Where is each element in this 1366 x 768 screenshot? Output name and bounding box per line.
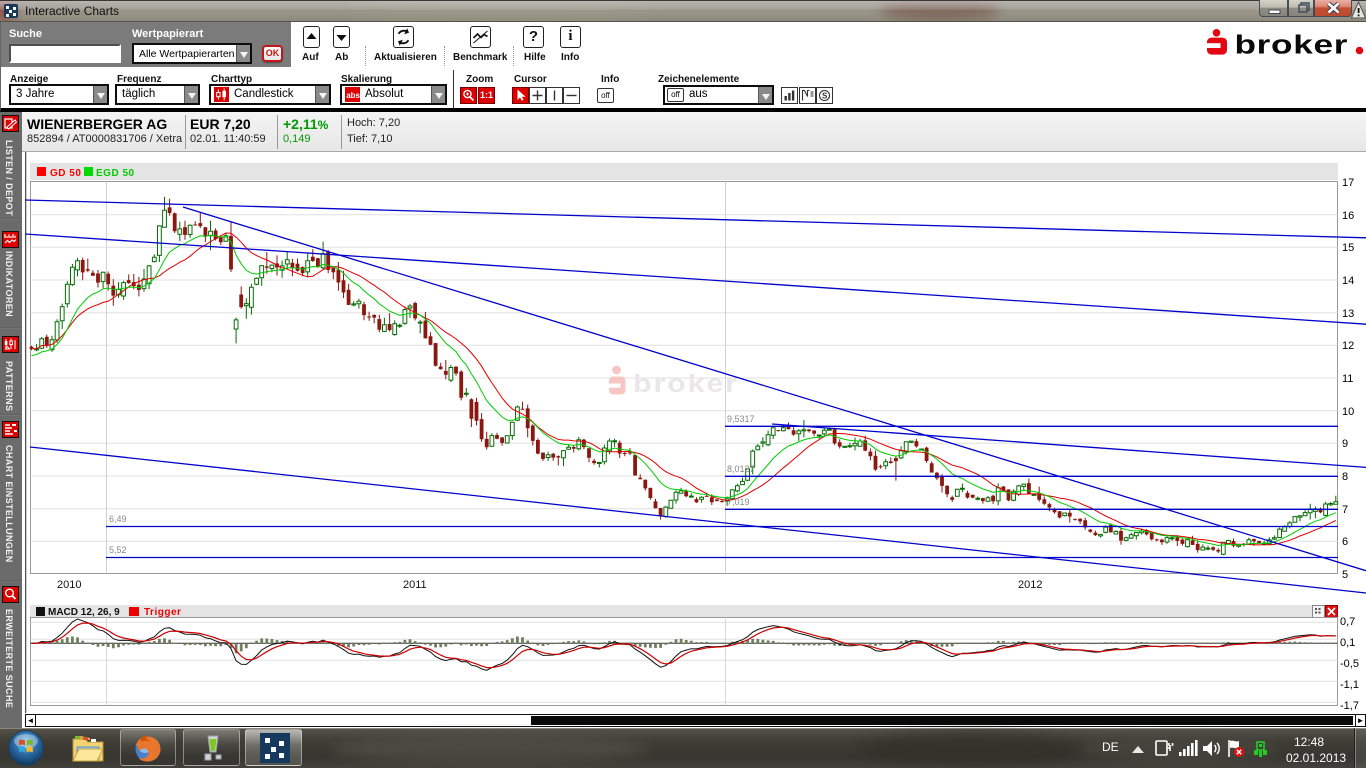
svg-text:8: 8 bbox=[1342, 471, 1348, 483]
svg-text:8,0127: 8,0127 bbox=[727, 464, 755, 474]
svg-text:9,5317: 9,5317 bbox=[727, 414, 755, 424]
svg-text:16: 16 bbox=[1342, 210, 1354, 222]
svg-text:2012: 2012 bbox=[1018, 579, 1042, 591]
svg-text:Trigger: Trigger bbox=[144, 607, 181, 618]
svg-text:7,019: 7,019 bbox=[727, 497, 750, 507]
svg-text:10: 10 bbox=[1342, 406, 1354, 418]
svg-text:7: 7 bbox=[1342, 504, 1348, 516]
svg-text:-1,7: -1,7 bbox=[1340, 700, 1359, 712]
svg-text:17: 17 bbox=[1342, 177, 1354, 189]
svg-text:-0,5: -0,5 bbox=[1340, 658, 1359, 670]
svg-text:6,49: 6,49 bbox=[109, 514, 127, 524]
svg-text:EGD 50: EGD 50 bbox=[96, 168, 135, 179]
svg-text:9: 9 bbox=[1342, 438, 1348, 450]
svg-text:2010: 2010 bbox=[57, 579, 81, 591]
svg-text:MACD 12, 26, 9: MACD 12, 26, 9 bbox=[48, 607, 120, 618]
svg-text:2011: 2011 bbox=[403, 579, 427, 591]
svg-text:6: 6 bbox=[1342, 536, 1348, 548]
svg-text:5: 5 bbox=[1342, 569, 1348, 581]
svg-text:13: 13 bbox=[1342, 308, 1354, 320]
svg-text:0,7: 0,7 bbox=[1340, 616, 1355, 628]
svg-text:GD 50: GD 50 bbox=[50, 168, 81, 179]
svg-text:15: 15 bbox=[1342, 242, 1354, 254]
svg-text:abs: abs bbox=[346, 91, 360, 100]
svg-text:0,1: 0,1 bbox=[1340, 637, 1355, 649]
svg-text:14: 14 bbox=[1342, 275, 1354, 287]
svg-text:broker: broker bbox=[1235, 30, 1349, 59]
svg-text:S: S bbox=[822, 92, 828, 101]
svg-text:5,52: 5,52 bbox=[109, 545, 127, 555]
svg-text:12: 12 bbox=[1342, 340, 1354, 352]
svg-text:11: 11 bbox=[1342, 373, 1353, 385]
svg-text:broker: broker bbox=[633, 370, 739, 398]
svg-text:-1,1: -1,1 bbox=[1340, 679, 1359, 691]
